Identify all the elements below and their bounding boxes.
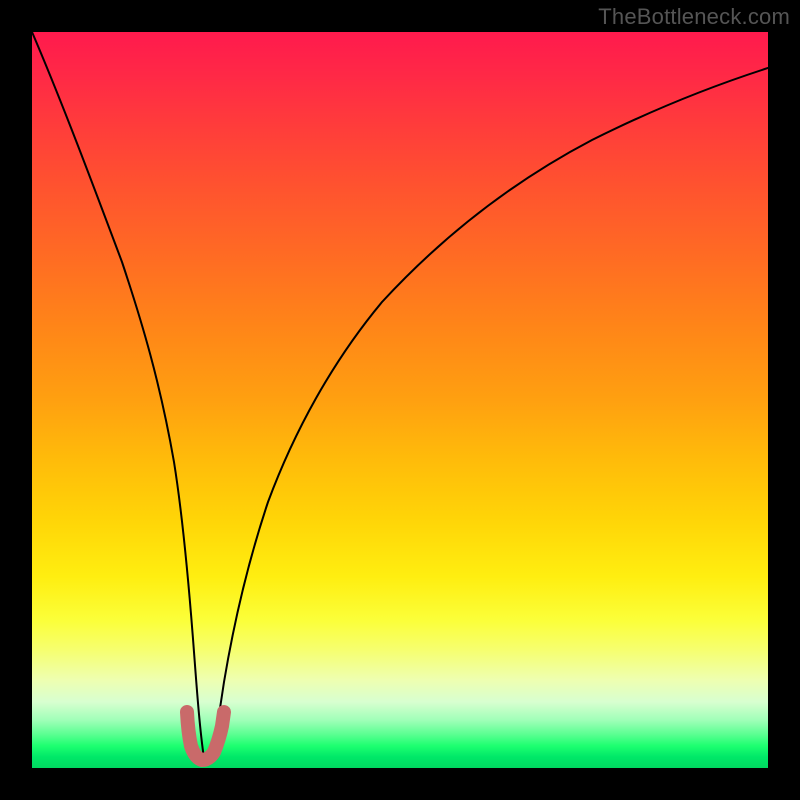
outer-frame: TheBottleneck.com [0,0,800,800]
watermark-text: TheBottleneck.com [598,4,790,30]
chart-plot-area [32,32,768,768]
bottleneck-curve [32,32,768,762]
optimal-marker [187,712,224,760]
chart-svg [32,32,768,768]
